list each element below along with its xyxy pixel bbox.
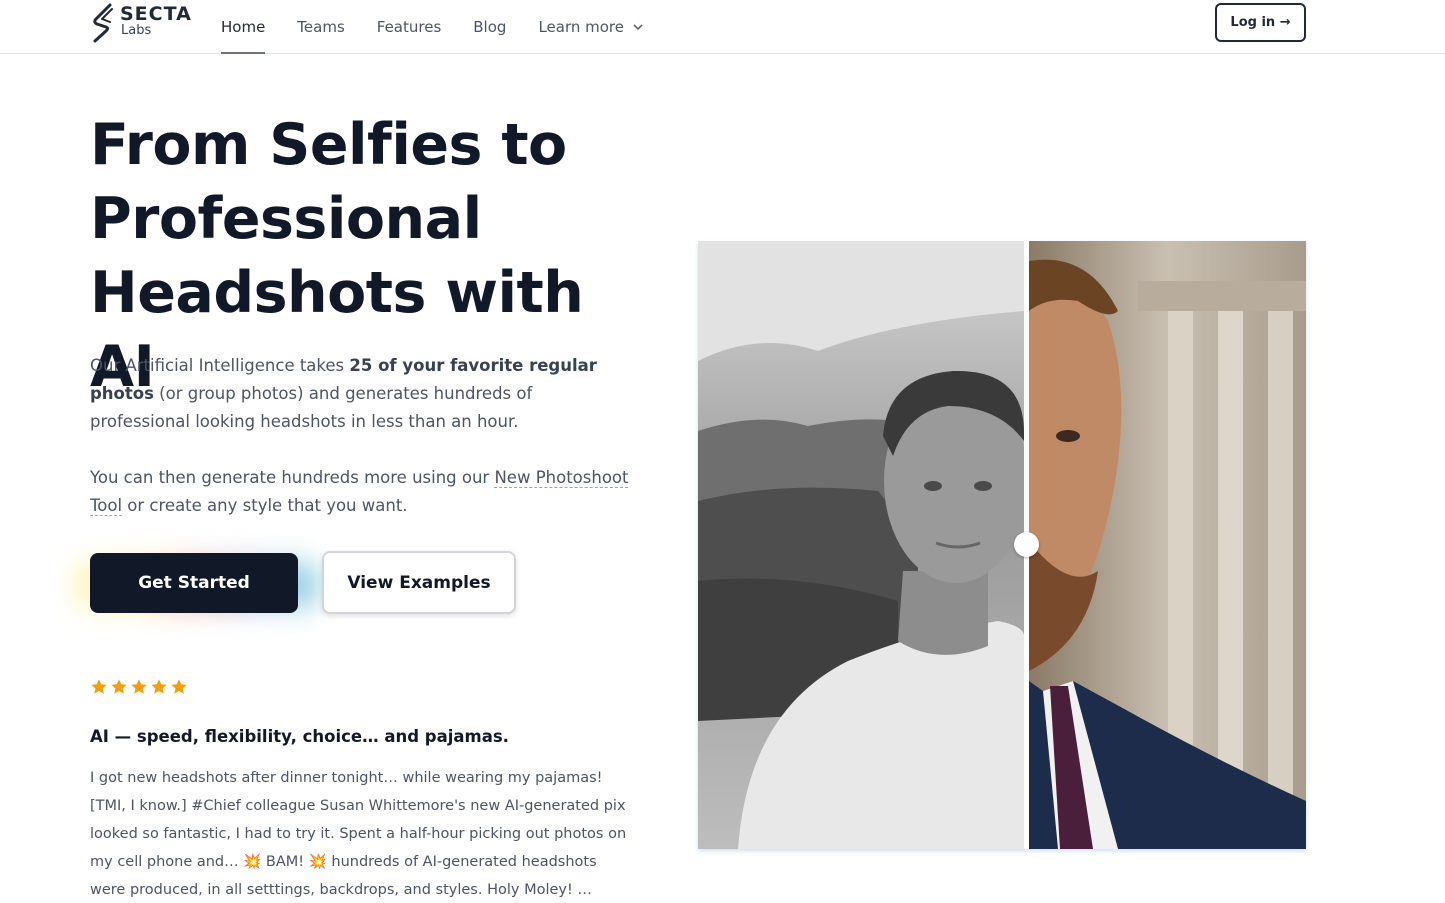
hero-description-2: You can then generate hundreds more usin… [90,464,635,520]
review-body: I got new headshots after dinner tonight… [90,770,627,898]
nav-teams[interactable]: Teams [297,0,344,54]
login-button[interactable]: Log in → [1215,3,1306,42]
star-icon [151,679,167,694]
main-nav: Home Teams Features Blog Learn more [221,0,676,54]
after-photo [1029,241,1306,849]
rating-stars [90,678,190,696]
hero-description: Our Artificial Intelligence takes 25 of … [90,352,635,436]
nav-blog-label: Blog [473,18,507,36]
before-photo [698,241,1029,849]
hero-desc-text-a: Our Artificial Intelligence takes [90,356,350,375]
brand-name: SECTA [120,3,192,25]
top-navbar: SECTA Labs Home Teams Features Blog Lear… [0,0,1445,54]
hero-desc2-text-a: You can then generate hundreds more usin… [90,468,495,487]
secta-bolt-icon [93,3,113,43]
get-started-button[interactable]: Get Started [90,553,298,613]
nav-learn-more-dropdown[interactable]: Learn more [538,0,644,54]
view-examples-button[interactable]: View Examples [322,551,516,614]
nav-blog[interactable]: Blog [473,0,506,54]
star-icon [111,679,127,694]
nav-features[interactable]: Features [377,0,442,54]
nav-learn-more-label: Learn more [538,18,624,36]
brand-sub: Labs [121,23,152,38]
hero-title-line1: From Selfies to [90,112,567,178]
comparison-slider-handle[interactable] [1014,532,1039,557]
nav-home-label: Home [221,18,266,36]
star-icon [131,679,147,694]
star-icon [171,679,187,694]
secta-labs-logo[interactable]: SECTA Labs [90,3,192,43]
hero-title-line2: Professional [90,186,482,252]
nav-features-label: Features [376,18,442,36]
hero-desc-text-b: (or group photos) and generates hundreds… [90,384,533,431]
hero-desc2-text-b: or create any style that you want. [122,496,408,515]
nav-home[interactable]: Home [221,0,266,54]
review-title: AI — speed, flexibility, choice… and paj… [90,727,509,746]
before-after-comparison[interactable] [698,241,1306,849]
nav-teams-label: Teams [297,18,345,36]
star-icon [91,679,107,694]
comparison-image [698,241,1306,849]
chevron-down-icon [633,24,643,31]
